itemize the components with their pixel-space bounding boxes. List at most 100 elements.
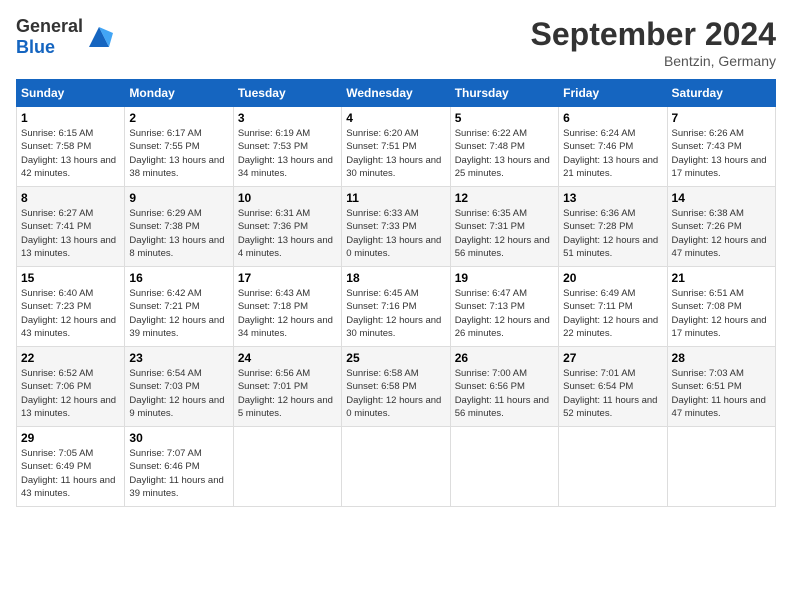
calendar-day-cell: 10Sunrise: 6:31 AMSunset: 7:36 PMDayligh… <box>233 187 341 267</box>
day-number: 29 <box>21 431 120 445</box>
calendar-day-cell: 3 Sunrise: 6:19 AMSunset: 7:53 PMDaylight… <box>233 107 341 187</box>
day-info: Sunrise: 6:35 AMSunset: 7:31 PMDaylight:… <box>455 207 554 260</box>
calendar-day-cell <box>559 427 667 507</box>
day-number: 17 <box>238 271 337 285</box>
day-number: 8 <box>21 191 120 205</box>
calendar-day-cell <box>233 427 341 507</box>
day-number: 12 <box>455 191 554 205</box>
day-number: 13 <box>563 191 662 205</box>
calendar-day-cell: 6 Sunrise: 6:24 AMSunset: 7:46 PMDaylight… <box>559 107 667 187</box>
day-info: Sunrise: 6:38 AMSunset: 7:26 PMDaylight:… <box>672 207 771 260</box>
calendar-day-cell: 7 Sunrise: 6:26 AMSunset: 7:43 PMDaylight… <box>667 107 775 187</box>
calendar-day-cell: 15Sunrise: 6:40 AMSunset: 7:23 PMDayligh… <box>17 267 125 347</box>
calendar-day-cell: 28Sunrise: 7:03 AMSunset: 6:51 PMDayligh… <box>667 347 775 427</box>
day-info: Sunrise: 6:43 AMSunset: 7:18 PMDaylight:… <box>238 287 337 340</box>
calendar-day-cell: 23Sunrise: 6:54 AMSunset: 7:03 PMDayligh… <box>125 347 233 427</box>
day-number: 2 <box>129 111 228 125</box>
logo-general: General <box>16 16 83 36</box>
day-number: 20 <box>563 271 662 285</box>
day-info: Sunrise: 6:19 AMSunset: 7:53 PMDaylight:… <box>238 127 337 180</box>
weekday-header: Saturday <box>667 80 775 107</box>
day-number: 21 <box>672 271 771 285</box>
calendar-day-cell <box>667 427 775 507</box>
title-block: September 2024 Bentzin, Germany <box>531 16 776 69</box>
weekday-header: Monday <box>125 80 233 107</box>
calendar-day-cell: 21Sunrise: 6:51 AMSunset: 7:08 PMDayligh… <box>667 267 775 347</box>
day-info: Sunrise: 6:58 AMSunset: 6:58 PMDaylight:… <box>346 367 445 420</box>
calendar-week-row: 8Sunrise: 6:27 AMSunset: 7:41 PMDaylight… <box>17 187 776 267</box>
day-number: 5 <box>455 111 554 125</box>
calendar-day-cell: 1 Sunrise: 6:15 AMSunset: 7:58 PMDaylight… <box>17 107 125 187</box>
calendar-week-row: 1 Sunrise: 6:15 AMSunset: 7:58 PMDaylight… <box>17 107 776 187</box>
day-info: Sunrise: 6:26 AMSunset: 7:43 PMDaylight:… <box>672 127 771 180</box>
day-info: Sunrise: 6:36 AMSunset: 7:28 PMDaylight:… <box>563 207 662 260</box>
calendar-table: SundayMondayTuesdayWednesdayThursdayFrid… <box>16 79 776 507</box>
calendar-week-row: 15Sunrise: 6:40 AMSunset: 7:23 PMDayligh… <box>17 267 776 347</box>
day-info: Sunrise: 7:07 AMSunset: 6:46 PMDaylight:… <box>129 447 228 500</box>
day-info: Sunrise: 6:29 AMSunset: 7:38 PMDaylight:… <box>129 207 228 260</box>
day-info: Sunrise: 7:00 AMSunset: 6:56 PMDaylight:… <box>455 367 554 420</box>
page-header: General Blue September 2024 Bentzin, Ger… <box>16 16 776 69</box>
calendar-day-cell: 19Sunrise: 6:47 AMSunset: 7:13 PMDayligh… <box>450 267 558 347</box>
day-number: 27 <box>563 351 662 365</box>
day-number: 4 <box>346 111 445 125</box>
calendar-day-cell: 11Sunrise: 6:33 AMSunset: 7:33 PMDayligh… <box>342 187 450 267</box>
calendar-day-cell: 4Sunrise: 6:20 AMSunset: 7:51 PMDaylight… <box>342 107 450 187</box>
calendar-day-cell: 29 Sunrise: 7:05 AMSunset: 6:49 PMDayligh… <box>17 427 125 507</box>
calendar-week-row: 22 Sunrise: 6:52 AMSunset: 7:06 PMDayligh… <box>17 347 776 427</box>
day-number: 3 <box>238 111 337 125</box>
day-number: 30 <box>129 431 228 445</box>
day-number: 7 <box>672 111 771 125</box>
month-title: September 2024 <box>531 16 776 53</box>
day-number: 6 <box>563 111 662 125</box>
day-number: 19 <box>455 271 554 285</box>
day-info: Sunrise: 6:52 AMSunset: 7:06 PMDaylight:… <box>21 367 120 420</box>
day-info: Sunrise: 7:05 AMSunset: 6:49 PMDaylight:… <box>21 447 120 500</box>
day-info: Sunrise: 6:22 AMSunset: 7:48 PMDaylight:… <box>455 127 554 180</box>
calendar-day-cell: 22 Sunrise: 6:52 AMSunset: 7:06 PMDayligh… <box>17 347 125 427</box>
calendar-day-cell <box>342 427 450 507</box>
day-info: Sunrise: 6:15 AMSunset: 7:58 PMDaylight:… <box>21 127 120 180</box>
day-info: Sunrise: 6:45 AMSunset: 7:16 PMDaylight:… <box>346 287 445 340</box>
day-number: 18 <box>346 271 445 285</box>
day-number: 1 <box>21 111 120 125</box>
day-info: Sunrise: 6:56 AMSunset: 7:01 PMDaylight:… <box>238 367 337 420</box>
logo-icon <box>85 23 113 51</box>
calendar-body: 1 Sunrise: 6:15 AMSunset: 7:58 PMDaylight… <box>17 107 776 507</box>
weekday-header: Thursday <box>450 80 558 107</box>
calendar-day-cell: 17 Sunrise: 6:43 AMSunset: 7:18 PMDayligh… <box>233 267 341 347</box>
day-number: 26 <box>455 351 554 365</box>
day-number: 22 <box>21 351 120 365</box>
weekday-header: Wednesday <box>342 80 450 107</box>
day-info: Sunrise: 6:42 AMSunset: 7:21 PMDaylight:… <box>129 287 228 340</box>
day-number: 28 <box>672 351 771 365</box>
calendar-day-cell: 26 Sunrise: 7:00 AMSunset: 6:56 PMDayligh… <box>450 347 558 427</box>
weekday-header: Sunday <box>17 80 125 107</box>
calendar-day-cell: 27Sunrise: 7:01 AMSunset: 6:54 PMDayligh… <box>559 347 667 427</box>
calendar-day-cell: 25 Sunrise: 6:58 AMSunset: 6:58 PMDayligh… <box>342 347 450 427</box>
calendar-header: SundayMondayTuesdayWednesdayThursdayFrid… <box>17 80 776 107</box>
day-info: Sunrise: 6:17 AMSunset: 7:55 PMDaylight:… <box>129 127 228 180</box>
calendar-day-cell: 14 Sunrise: 6:38 AMSunset: 7:26 PMDayligh… <box>667 187 775 267</box>
day-number: 16 <box>129 271 228 285</box>
day-number: 14 <box>672 191 771 205</box>
calendar-day-cell: 5 Sunrise: 6:22 AMSunset: 7:48 PMDaylight… <box>450 107 558 187</box>
calendar-day-cell: 30 Sunrise: 7:07 AMSunset: 6:46 PMDayligh… <box>125 427 233 507</box>
weekday-header: Friday <box>559 80 667 107</box>
calendar-day-cell: 9Sunrise: 6:29 AMSunset: 7:38 PMDaylight… <box>125 187 233 267</box>
day-number: 25 <box>346 351 445 365</box>
calendar-day-cell: 18 Sunrise: 6:45 AMSunset: 7:16 PMDayligh… <box>342 267 450 347</box>
weekday-header: Tuesday <box>233 80 341 107</box>
day-info: Sunrise: 6:24 AMSunset: 7:46 PMDaylight:… <box>563 127 662 180</box>
day-number: 15 <box>21 271 120 285</box>
day-number: 24 <box>238 351 337 365</box>
calendar-week-row: 29 Sunrise: 7:05 AMSunset: 6:49 PMDayligh… <box>17 427 776 507</box>
logo-text: General Blue <box>16 16 83 58</box>
day-number: 10 <box>238 191 337 205</box>
location: Bentzin, Germany <box>531 53 776 69</box>
day-number: 23 <box>129 351 228 365</box>
calendar-day-cell: 13 Sunrise: 6:36 AMSunset: 7:28 PMDayligh… <box>559 187 667 267</box>
weekday-row: SundayMondayTuesdayWednesdayThursdayFrid… <box>17 80 776 107</box>
calendar-day-cell <box>450 427 558 507</box>
calendar-day-cell: 24 Sunrise: 6:56 AMSunset: 7:01 PMDayligh… <box>233 347 341 427</box>
